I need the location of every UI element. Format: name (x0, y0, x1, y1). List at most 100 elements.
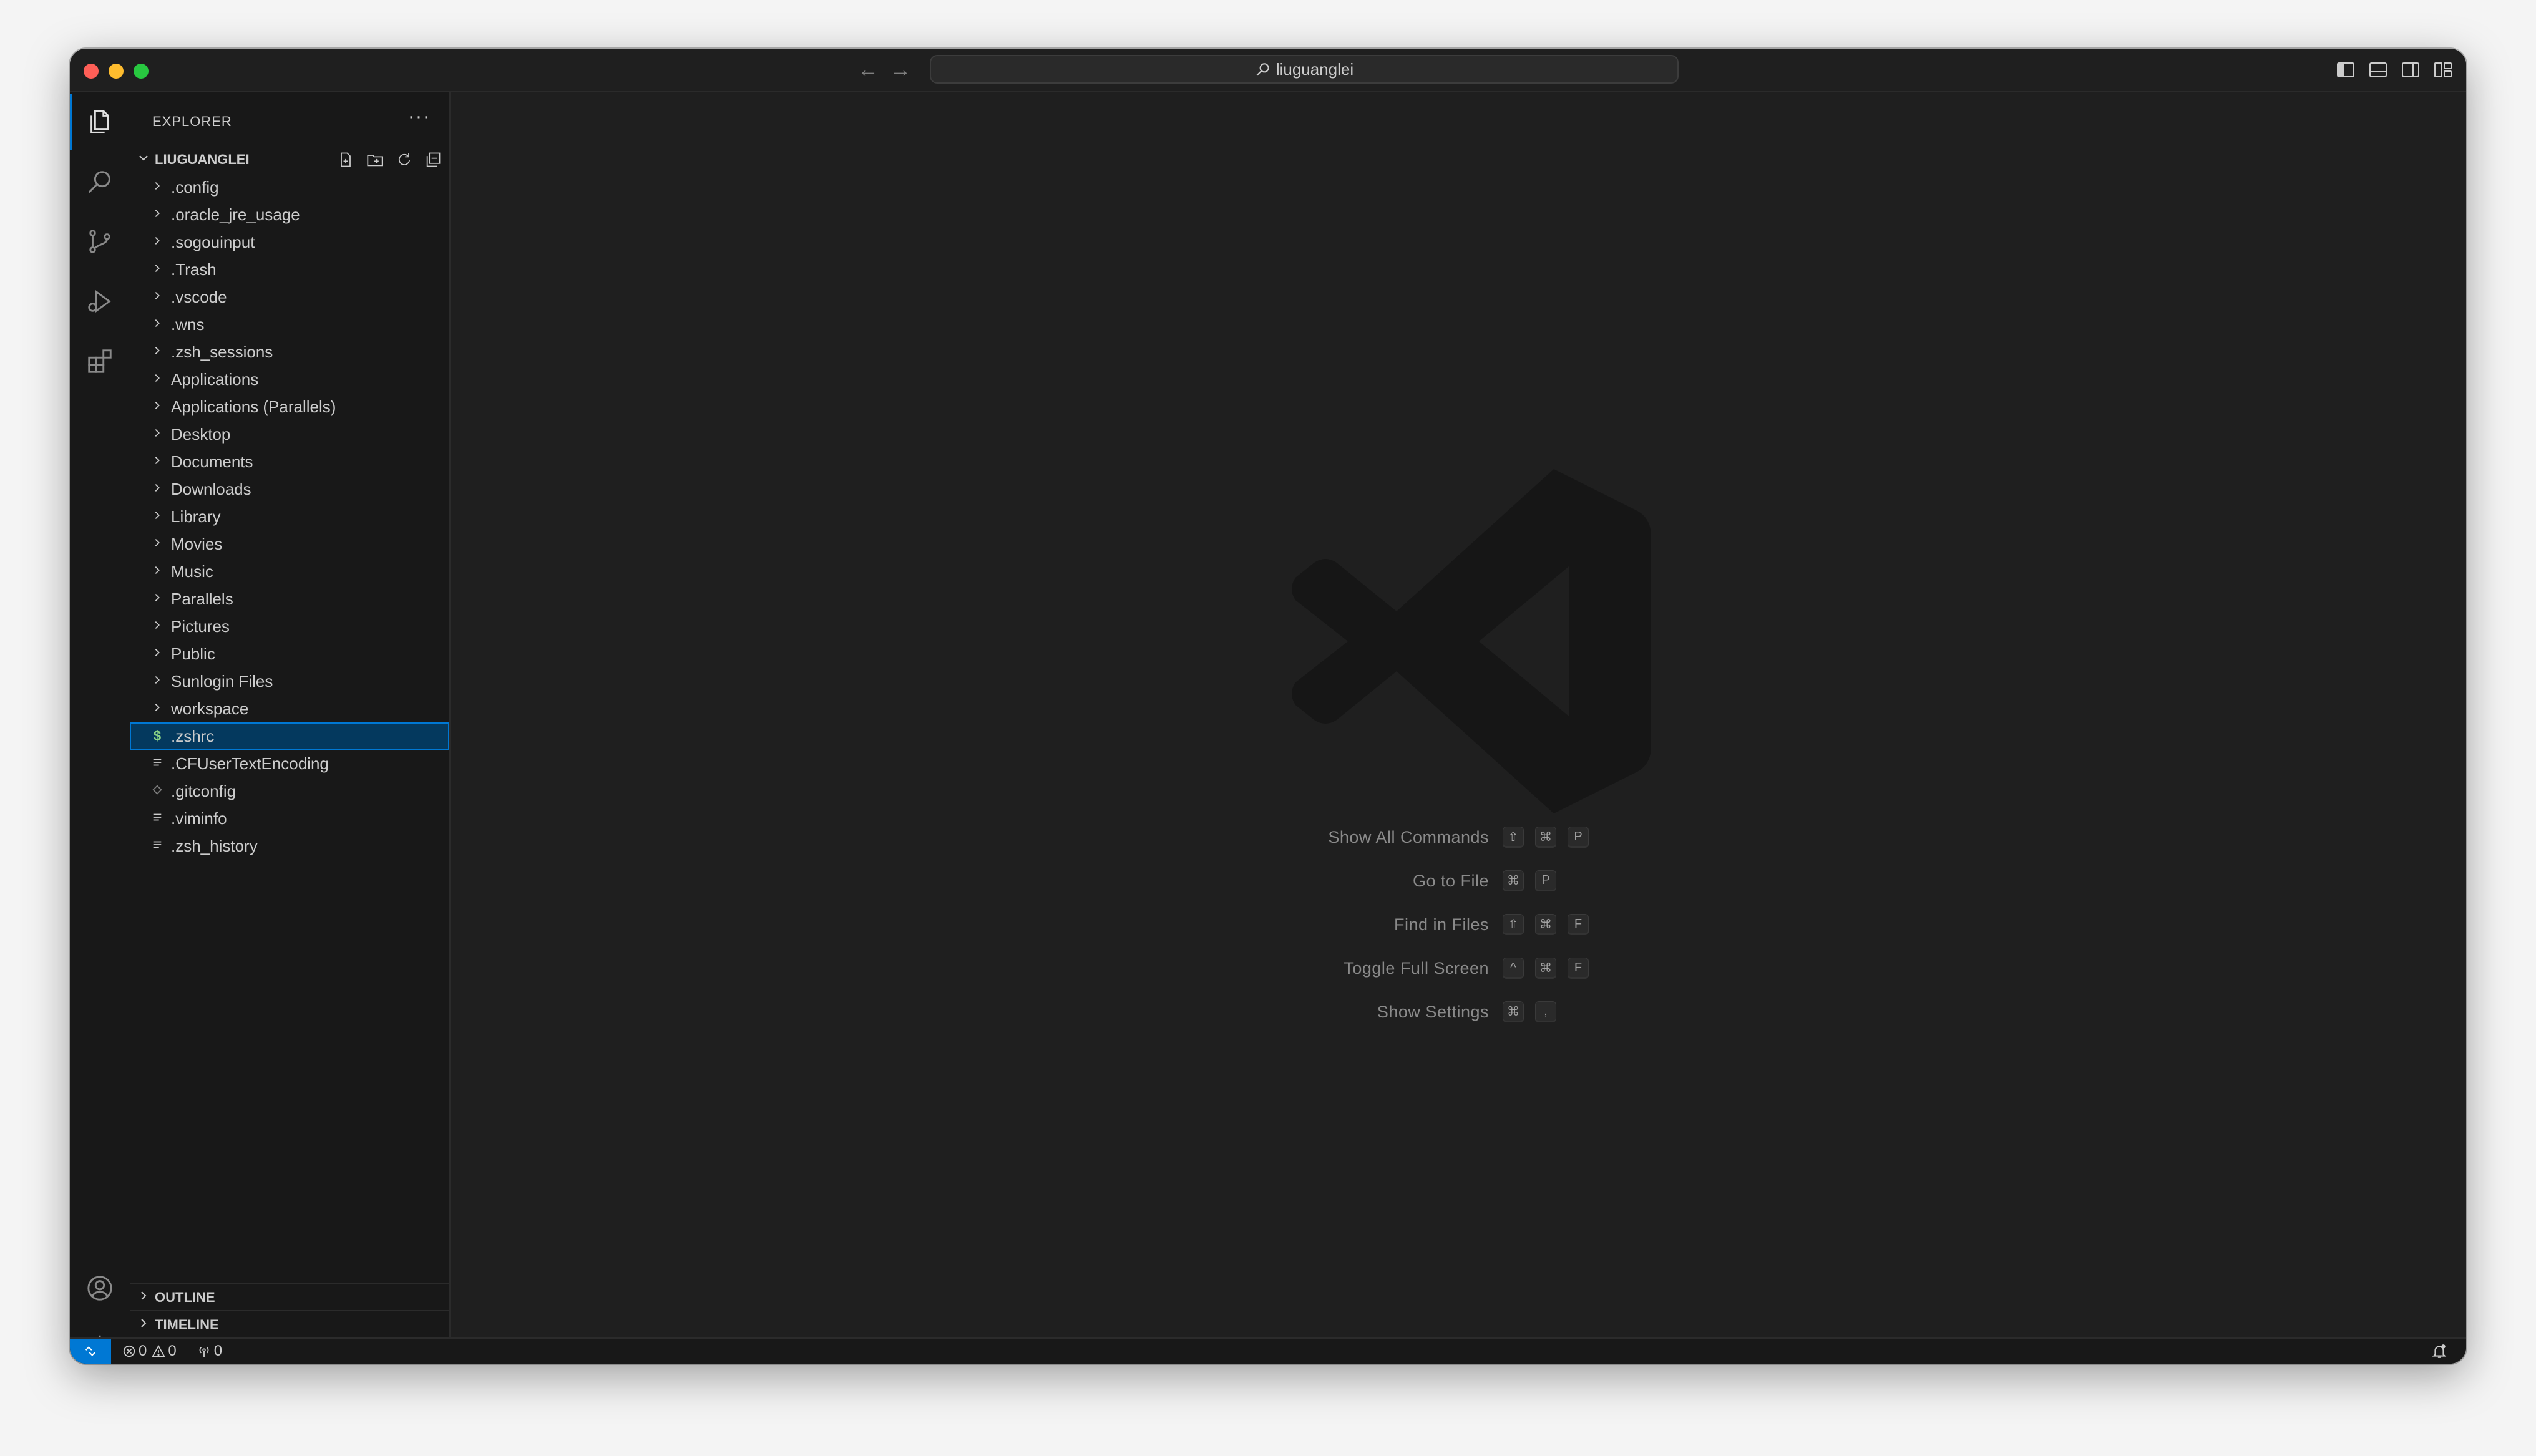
workspace-folder-header[interactable]: LIUGUANGLEI (130, 146, 449, 173)
extensions-activity-button[interactable] (70, 333, 130, 389)
chevron-right-icon (149, 399, 166, 415)
collapse-all-icon[interactable] (424, 151, 442, 168)
tree-item[interactable]: .Trash (130, 256, 449, 283)
tree-item[interactable]: .sogouinput (130, 228, 449, 256)
tree-item[interactable]: .wns (130, 311, 449, 338)
keybinding-key: ^ (1503, 958, 1524, 979)
tree-item-label: .zshrc (171, 726, 215, 745)
keybinding-key: ⌘ (1535, 827, 1556, 848)
tree-item[interactable]: Sunlogin Files (130, 667, 449, 695)
toggle-secondary-sidebar-icon[interactable] (2401, 61, 2420, 79)
chevron-right-icon (149, 316, 166, 332)
search-activity-button[interactable] (70, 153, 130, 210)
tree-item[interactable]: workspace (130, 695, 449, 722)
tree-item[interactable]: Applications (130, 366, 449, 393)
zoom-window-button[interactable] (134, 64, 149, 79)
tree-item[interactable]: Parallels (130, 585, 449, 613)
tree-item[interactable]: .vscode (130, 283, 449, 311)
file-tree: .config .oracle_jre_usage .sogouinput .Tras… (130, 173, 449, 860)
tree-item-label: .config (171, 177, 219, 197)
tree-item-label: Movies (171, 534, 223, 553)
tree-item[interactable]: $ .zshrc (130, 722, 449, 750)
editor-area[interactable]: Show All Commands ⇧ ⌘ P Go to File ⌘ P Find in … (451, 92, 2466, 1339)
shortcut-hint: Show Settings ⌘, (1114, 999, 1568, 1024)
explorer-sidebar: EXPLORER ··· LIUGUANGLEI .config .oracle_… (130, 92, 451, 1339)
command-center-search[interactable]: liuguanglei (930, 55, 1679, 84)
remote-indicator-button[interactable] (70, 1339, 111, 1364)
chevron-right-icon (149, 508, 166, 525)
chevron-right-icon (149, 371, 166, 387)
tree-item-label: .wns (171, 314, 205, 334)
tree-item-label: Downloads (171, 479, 251, 498)
shortcut-hint: Go to File ⌘ P (1114, 868, 1568, 893)
run-debug-activity-button[interactable] (70, 273, 130, 329)
ports-count: 0 (213, 1342, 223, 1359)
tree-item[interactable]: Desktop (130, 420, 449, 448)
keybinding-key: , (1535, 1001, 1556, 1022)
shortcut-label: Toggle Full Screen (1344, 958, 1489, 978)
tree-item[interactable]: Library (130, 503, 449, 530)
tree-item[interactable]: .config (130, 173, 449, 201)
warning-icon (152, 1344, 166, 1357)
source-control-icon (89, 230, 110, 253)
keybinding-key: F (1568, 914, 1589, 935)
refresh-icon[interactable] (396, 151, 413, 168)
text-file-icon (149, 755, 166, 772)
new-file-icon[interactable] (337, 151, 354, 168)
source-control-activity-button[interactable] (70, 213, 130, 269)
tree-item[interactable]: .gitconfig (130, 777, 449, 805)
tree-item-label: .oracle_jre_usage (171, 205, 300, 224)
tree-item[interactable]: .viminfo (130, 805, 449, 832)
tree-item-label: .viminfo (171, 808, 227, 828)
forward-arrow-icon[interactable]: → (890, 57, 911, 82)
tree-item[interactable]: Applications (Parallels) (130, 393, 449, 420)
tree-item-label: .vscode (171, 287, 227, 306)
status-bar: 0 0 0 (70, 1337, 2466, 1364)
window-title: liuguanglei (1275, 59, 1354, 79)
toggle-primary-sidebar-icon[interactable] (2336, 61, 2355, 79)
chevron-right-icon (132, 1317, 155, 1333)
tree-item-label: Applications (171, 369, 259, 389)
text-file-icon (149, 838, 166, 854)
chevron-right-icon (132, 1289, 155, 1306)
views-more-actions-button[interactable]: ··· (408, 106, 431, 127)
accounts-activity-button[interactable] (70, 1260, 130, 1316)
timeline-label: TIMELINE (155, 1317, 219, 1332)
tree-item[interactable]: .zsh_history (130, 832, 449, 860)
keybinding-key: ⌘ (1535, 914, 1556, 935)
tree-item-label: Music (171, 561, 213, 581)
timeline-section-header[interactable]: TIMELINE (130, 1310, 449, 1339)
tree-item[interactable]: .CFUserTextEncoding (130, 750, 449, 777)
notifications-bell-icon[interactable] (2431, 1342, 2447, 1360)
tree-item[interactable]: .oracle_jre_usage (130, 201, 449, 228)
account-icon (87, 1276, 112, 1301)
new-folder-icon[interactable] (366, 151, 384, 168)
minimize-window-button[interactable] (109, 64, 124, 79)
tree-item-label: Documents (171, 452, 253, 471)
chevron-right-icon (149, 563, 166, 580)
tree-item-label: Applications (Parallels) (171, 397, 336, 416)
problems-status-button[interactable]: 0 0 (122, 1342, 177, 1360)
tree-item[interactable]: .zsh_sessions (130, 338, 449, 366)
outline-section-header[interactable]: OUTLINE (130, 1283, 449, 1311)
toggle-panel-icon[interactable] (2369, 61, 2387, 79)
chevron-right-icon (149, 646, 166, 662)
files-icon (90, 110, 109, 133)
explorer-title: EXPLORER (152, 114, 232, 129)
back-arrow-icon[interactable]: ← (857, 57, 879, 82)
tree-item[interactable]: Pictures (130, 613, 449, 640)
tree-item-label: workspace (171, 699, 249, 718)
explorer-activity-button[interactable] (70, 94, 130, 150)
search-icon (88, 171, 110, 193)
shortcut-hint: Find in Files ⇧ ⌘ F (1114, 912, 1600, 937)
tree-item[interactable]: Movies (130, 530, 449, 558)
customize-layout-icon[interactable] (2434, 61, 2452, 79)
tree-item[interactable]: Downloads (130, 475, 449, 503)
tree-item[interactable]: Music (130, 558, 449, 585)
ports-status-button[interactable]: 0 (197, 1342, 222, 1360)
close-window-button[interactable] (84, 64, 99, 79)
tree-item-label: .sogouinput (171, 232, 255, 251)
extensions-icon (88, 349, 112, 373)
tree-item[interactable]: Public (130, 640, 449, 667)
tree-item[interactable]: Documents (130, 448, 449, 475)
